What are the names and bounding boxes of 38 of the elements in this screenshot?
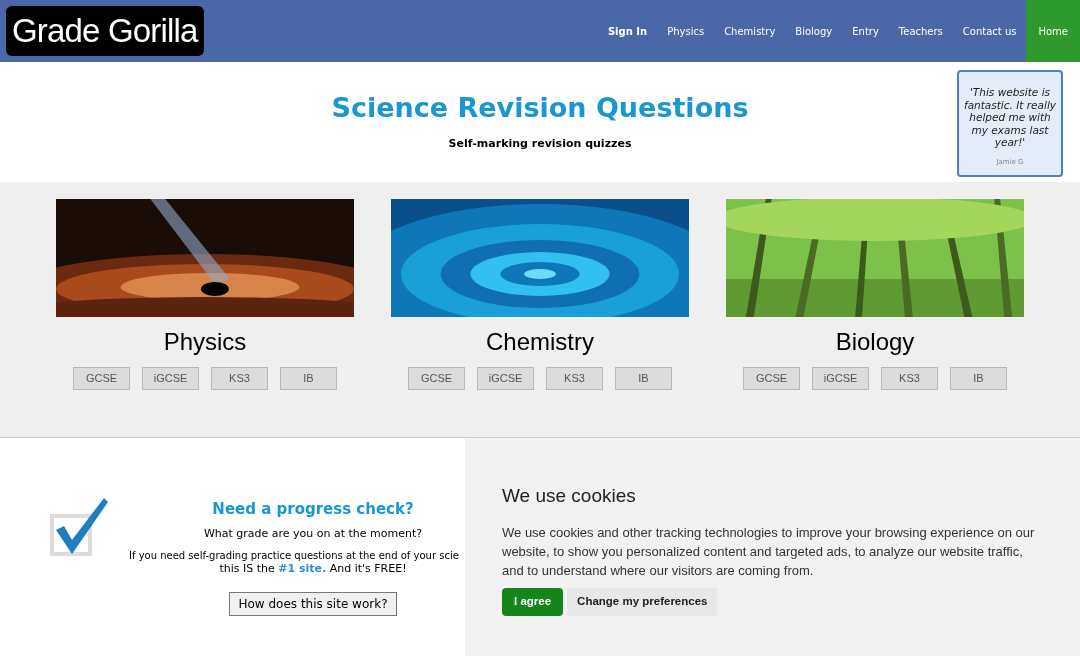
nav-link[interactable]: Contact us — [952, 0, 1027, 62]
logo[interactable]: Grade Gorilla — [6, 6, 204, 56]
page-subtitle: Self-marking revision quizzes — [448, 136, 632, 152]
how-it-works-button[interactable]: How does this site work? — [229, 592, 397, 616]
level-button[interactable]: KS3 — [546, 367, 603, 390]
level-button[interactable]: iGCSE — [142, 367, 199, 390]
checkbox-tick-icon — [50, 496, 110, 556]
page-title: Science Revision Questions — [331, 94, 749, 121]
progress-text-line: this IS the #1 site. And it's FREE! — [219, 562, 407, 575]
subject-title: Chemistry — [486, 327, 594, 357]
nav-link[interactable]: Chemistry — [714, 0, 786, 62]
subject-title: Biology — [835, 327, 915, 357]
testimonial-quote: 'This website is fantastic. It really helped me with my exams last year!' — [962, 86, 1058, 149]
nav-link[interactable]: Sign In — [597, 0, 658, 62]
level-button[interactable]: iGCSE — [812, 367, 869, 390]
nav-link[interactable]: Biology — [785, 0, 843, 62]
level-button[interactable]: GCSE — [743, 367, 800, 390]
cookie-title: We use cookies — [502, 484, 637, 508]
level-button[interactable]: GCSE — [73, 367, 130, 390]
level-button[interactable]: KS3 — [881, 367, 938, 390]
nav-link[interactable]: Home — [1026, 0, 1080, 62]
level-button[interactable]: GCSE — [408, 367, 465, 390]
progress-text-line: If you need self-grading practice questions at the end of your scie — [129, 549, 459, 562]
agree-button[interactable]: I agree — [502, 587, 564, 616]
nav-link[interactable]: Teachers — [888, 0, 953, 62]
level-button[interactable]: iGCSE — [477, 367, 534, 390]
nav-link[interactable]: Physics — [657, 0, 715, 62]
subject-title: Physics — [163, 327, 247, 357]
preferences-button[interactable]: Change my preferences — [567, 587, 718, 616]
level-button[interactable]: IB — [615, 367, 672, 390]
nav-link[interactable]: Entry — [842, 0, 889, 62]
level-button[interactable]: KS3 — [211, 367, 268, 390]
level-button[interactable]: IB — [280, 367, 337, 390]
site-link[interactable]: #1 site. — [278, 562, 327, 575]
progress-title: Need a progress check? — [212, 499, 414, 520]
cookie-text: We use cookies and other tracking technologies to improve your browsing experience on our website, to show you personalized content and targeted ads, to analyze our website traffic, and to understand where our visitors are coming from. — [502, 523, 1036, 580]
level-button[interactable]: IB — [950, 367, 1007, 390]
progress-question: What grade are you on at the moment? — [203, 525, 423, 542]
